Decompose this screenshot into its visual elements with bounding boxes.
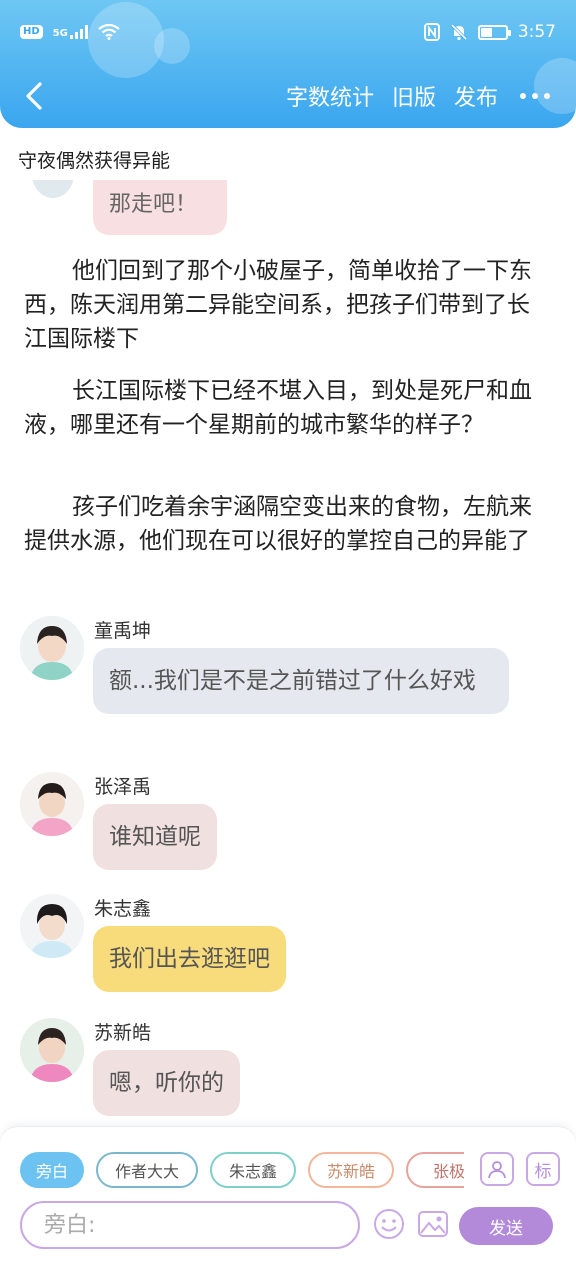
nfc-icon — [423, 23, 440, 41]
chat-message: 朱志鑫 我们出去逛逛吧 — [20, 894, 560, 998]
old-version-button[interactable]: 旧版 — [392, 80, 436, 112]
mute-bell-icon — [450, 23, 467, 41]
role-selector: 旁白 作者大大 朱志鑫 苏新皓 张极 — [20, 1152, 464, 1190]
chat-message: 张泽禹 谁知道呢 — [20, 772, 560, 876]
image-button[interactable] — [416, 1207, 450, 1241]
network-type: 5G — [52, 28, 68, 39]
message-bubble[interactable]: 那走吧！ — [93, 180, 227, 235]
word-count-button[interactable]: 字数统计 — [286, 80, 374, 112]
wifi-icon — [98, 24, 120, 40]
avatar[interactable] — [20, 772, 84, 836]
status-left: HD 5G — [20, 24, 120, 40]
input-panel: 旁白 作者大大 朱志鑫 苏新皓 张极 标 发送 — [0, 1126, 576, 1280]
more-options-button[interactable] — [516, 93, 550, 99]
role-chip-su[interactable]: 苏新皓 — [308, 1152, 394, 1188]
message-bubble[interactable]: 谁知道呢 — [93, 804, 217, 870]
more-dot-icon — [520, 93, 526, 99]
message-bubble[interactable]: 额...我们是不是之前错过了什么好戏 — [93, 648, 509, 714]
person-icon — [488, 1161, 506, 1179]
chevron-left-icon — [26, 82, 42, 110]
role-chip-zhu[interactable]: 朱志鑫 — [210, 1152, 296, 1188]
document-title: 守夜偶然获得异能 — [18, 150, 171, 172]
message-input[interactable] — [44, 1212, 358, 1238]
chat-message: 童禹坤 额...我们是不是之前错过了什么好戏 — [20, 616, 560, 752]
narration-paragraph[interactable]: 他们回到了那个小破屋子，简单收拾了一下东西，陈天润用第二异能空间系，把孩子们带到… — [24, 254, 544, 356]
smiley-icon — [374, 1209, 404, 1239]
sender-name: 朱志鑫 — [94, 898, 152, 920]
avatar[interactable] — [20, 616, 84, 680]
sender-name: 张泽禹 — [94, 776, 152, 798]
message-bubble[interactable]: 我们出去逛逛吧 — [93, 926, 286, 992]
toolbar-actions: 字数统计 旧版 发布 — [286, 80, 576, 112]
role-chip-narrator[interactable]: 旁白 — [20, 1152, 84, 1188]
avatar[interactable] — [20, 894, 84, 958]
avatar — [32, 180, 74, 198]
chat-message: 苏新皓 嗯，听你的 — [20, 1018, 560, 1122]
message-input-box[interactable] — [20, 1201, 360, 1249]
sender-name: 苏新皓 — [94, 1022, 152, 1044]
app-header: HD 5G 3:57 字数统计 旧版 发布 — [0, 0, 576, 128]
publish-button[interactable]: 发布 — [454, 80, 498, 112]
toolbar: 字数统计 旧版 发布 — [0, 72, 576, 120]
back-button[interactable] — [14, 76, 54, 116]
status-bar: HD 5G 3:57 — [0, 0, 576, 64]
hd-icon: HD — [20, 25, 43, 39]
send-button[interactable]: 发送 — [459, 1207, 553, 1245]
add-character-button[interactable] — [480, 1152, 514, 1186]
narration-paragraph[interactable]: 长江国际楼下已经不堪入目，到处是死尸和血液，哪里还有一个星期前的城市繁华的样子？ — [24, 374, 544, 442]
image-icon — [418, 1211, 448, 1237]
narration-paragraph[interactable]: 孩子们吃着余宇涵隔空变出来的食物，左航来提供水源，他们现在可以很好的掌控自己的异… — [24, 490, 544, 558]
role-chip-author[interactable]: 作者大大 — [96, 1152, 198, 1188]
tag-button[interactable]: 标 — [526, 1152, 560, 1186]
battery-icon — [477, 24, 511, 40]
signal-icon: 5G — [53, 25, 88, 39]
story-content[interactable]: 那走吧！ 他们回到了那个小破屋子，简单收拾了一下东西，陈天润用第二异能空间系，把… — [0, 180, 576, 1126]
avatar[interactable] — [20, 1018, 84, 1082]
more-dot-icon — [544, 93, 550, 99]
sender-name: 童禹坤 — [94, 620, 152, 642]
role-chip-zhang[interactable]: 张极 — [406, 1152, 464, 1188]
status-right: 3:57 — [423, 22, 556, 42]
battery-level — [480, 27, 492, 37]
more-dot-icon — [532, 93, 538, 99]
clock: 3:57 — [517, 22, 556, 42]
message-bubble[interactable]: 嗯，听你的 — [93, 1050, 240, 1116]
emoji-button[interactable] — [372, 1207, 406, 1241]
